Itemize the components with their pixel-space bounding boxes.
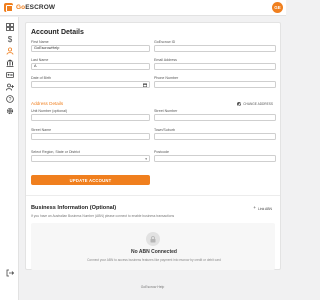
town-label: Town/Suburb bbox=[154, 128, 175, 132]
help-icon: ? bbox=[5, 94, 14, 102]
svg-text:?: ? bbox=[8, 96, 11, 102]
postcode-label: Postcode bbox=[154, 150, 169, 154]
calendar-icon[interactable] bbox=[143, 83, 147, 87]
dollar-icon: $ bbox=[7, 35, 12, 43]
change-address-button[interactable]: CHANGE ADDRESS bbox=[237, 102, 273, 106]
street-name-field[interactable] bbox=[31, 133, 150, 140]
street-number-field[interactable] bbox=[154, 114, 276, 121]
user-avatar[interactable]: GE bbox=[272, 2, 283, 13]
logo-go: Go bbox=[16, 4, 26, 11]
street-number-label: Street Number bbox=[154, 109, 178, 113]
logout-icon bbox=[6, 269, 14, 276]
logout-button[interactable] bbox=[3, 267, 16, 278]
logo-text: GoESCROW bbox=[16, 4, 55, 11]
first-name-field[interactable]: GoEscrowHelp bbox=[31, 45, 150, 52]
sidebar-item-id[interactable] bbox=[3, 69, 16, 80]
email-field[interactable] bbox=[154, 63, 276, 70]
town-field[interactable] bbox=[154, 133, 276, 140]
abn-icon-circle bbox=[146, 232, 160, 246]
business-section-subtitle: If you have an Australian Business Numbe… bbox=[31, 214, 175, 218]
sidebar-item-help[interactable]: ? bbox=[3, 93, 16, 104]
settings-icon bbox=[6, 107, 13, 114]
sidebar-nav: $ ? bbox=[0, 17, 19, 300]
account-details-card: Account Details First Name GoEscrowHelp … bbox=[25, 22, 281, 270]
logo-mark-icon bbox=[4, 3, 13, 12]
no-abn-panel bbox=[31, 223, 275, 270]
user-icon bbox=[6, 46, 13, 55]
region-label: Select Region, State or District bbox=[31, 150, 80, 154]
address-section-title: Address Details bbox=[31, 101, 64, 106]
sidebar-item-invite[interactable] bbox=[3, 81, 16, 92]
logo-escrow: ESCROW bbox=[25, 4, 56, 11]
bank-icon bbox=[6, 59, 13, 67]
id-card-icon bbox=[5, 71, 14, 78]
postcode-field[interactable] bbox=[154, 155, 276, 162]
chevron-down-icon: ▾ bbox=[145, 157, 147, 161]
first-name-label: First Name bbox=[31, 40, 49, 44]
no-abn-title: No ABN Connected bbox=[131, 249, 177, 255]
last-name-field[interactable]: A bbox=[31, 63, 150, 70]
email-label: Email Address bbox=[154, 58, 177, 62]
no-abn-description: Connect your ABN to access business feat… bbox=[87, 258, 221, 262]
unit-number-label: Unit Number (optional) bbox=[31, 109, 68, 113]
unit-number-field[interactable] bbox=[31, 114, 150, 121]
dob-field[interactable] bbox=[31, 81, 150, 88]
plus-icon: + bbox=[253, 206, 257, 211]
sidebar-item-settings[interactable] bbox=[3, 105, 16, 116]
help-footer-link[interactable]: GoEscrow Help bbox=[19, 285, 286, 289]
lock-icon bbox=[150, 235, 156, 242]
dashboard-icon bbox=[5, 22, 14, 31]
sidebar-item-payments[interactable]: $ bbox=[3, 33, 16, 44]
goescrow-id-label: GoEscrow ID bbox=[154, 40, 176, 44]
goescrow-id-field[interactable] bbox=[154, 45, 276, 52]
dob-label: Date of Birth bbox=[31, 76, 51, 80]
last-name-label: Last Name bbox=[31, 58, 49, 62]
phone-field[interactable] bbox=[154, 81, 276, 88]
add-user-icon bbox=[5, 83, 14, 91]
region-select[interactable]: ▾ bbox=[31, 155, 150, 162]
update-account-button[interactable]: UPDATE ACCOUNT bbox=[31, 175, 150, 185]
business-section-title: Business Information (Optional) bbox=[31, 205, 117, 211]
section-divider bbox=[26, 195, 280, 196]
link-abn-button[interactable]: + Link ABN bbox=[253, 206, 272, 211]
change-address-label: CHANGE ADDRESS bbox=[243, 102, 273, 106]
street-name-label: Street Name bbox=[31, 128, 52, 132]
sidebar-item-dashboard[interactable] bbox=[3, 21, 16, 32]
sidebar-item-bank[interactable] bbox=[3, 57, 16, 68]
link-abn-label: Link ABN bbox=[258, 207, 272, 211]
edit-icon bbox=[237, 102, 242, 106]
sidebar-item-account[interactable] bbox=[3, 45, 16, 56]
top-bar: GoESCROW GE bbox=[0, 0, 286, 16]
page-title: Account Details bbox=[31, 29, 84, 36]
goescrow-logo[interactable]: GoESCROW bbox=[4, 3, 55, 12]
svg-text:$: $ bbox=[7, 35, 12, 43]
phone-label: Phone Number bbox=[154, 76, 179, 80]
